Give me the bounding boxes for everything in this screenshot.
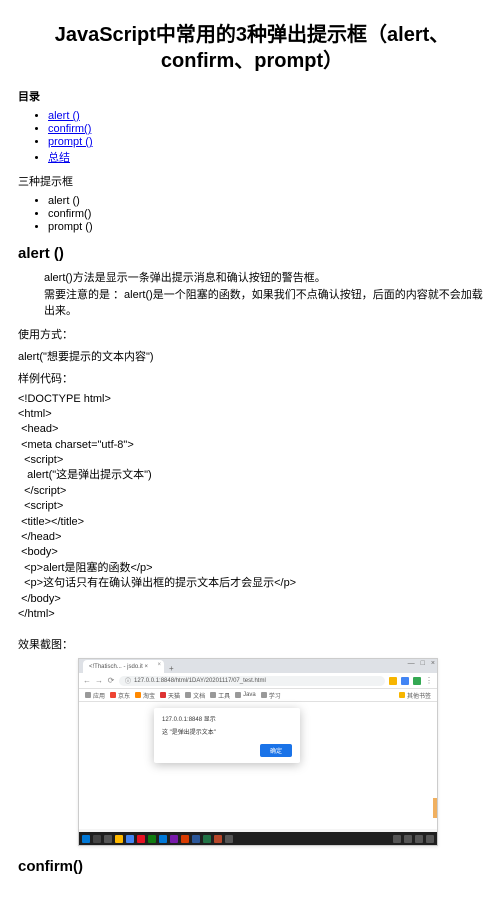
toc-link-alert[interactable]: alert () bbox=[48, 110, 80, 122]
bookmark-item[interactable]: Java bbox=[235, 692, 256, 698]
forward-icon[interactable]: → bbox=[95, 676, 103, 685]
page-title: JavaScript中常用的3种弹出提示框（alert、confirm、prom… bbox=[18, 22, 486, 74]
close-icon[interactable]: × bbox=[158, 662, 162, 668]
tray-icon[interactable] bbox=[426, 835, 434, 843]
bookmark-item[interactable]: 淘宝 bbox=[135, 691, 155, 700]
browser-viewport: 127.0.0.1:8848 显示 这 "是弹出提示文本" 确定 bbox=[79, 702, 437, 832]
start-icon[interactable] bbox=[82, 835, 90, 843]
bookmark-item[interactable]: 京东 bbox=[110, 691, 130, 700]
folder-icon bbox=[235, 692, 241, 698]
code-block: <!DOCTYPE html> <html> <head> <meta char… bbox=[18, 392, 486, 623]
folder-icon bbox=[135, 692, 141, 698]
bookmark-item[interactable]: 文档 bbox=[185, 691, 205, 700]
usage-label: 使用方式： bbox=[18, 326, 486, 342]
address-bar-row: ← → ⟳ ⓘ 127.0.0.1:8848/html/1DAY/2020111… bbox=[79, 673, 437, 689]
taskview-icon[interactable] bbox=[104, 835, 112, 843]
ok-button[interactable]: 确定 bbox=[260, 744, 292, 757]
sample-label: 样例代码： bbox=[18, 370, 486, 386]
explorer-icon[interactable] bbox=[115, 835, 123, 843]
search-icon[interactable] bbox=[93, 835, 101, 843]
app-icon[interactable] bbox=[192, 835, 200, 843]
extension-icon[interactable] bbox=[401, 677, 409, 685]
url-text: 127.0.0.1:8848/html/1DAY/20201117/07_tes… bbox=[134, 678, 266, 684]
app-icon[interactable] bbox=[225, 835, 233, 843]
alert-desc2: 需要注意的是 ：alert()是一个阻塞的函数，如果我们不点确认按钮，后面的内容… bbox=[44, 287, 486, 320]
screenshot-label: 效果截图： bbox=[18, 636, 486, 652]
tray-icon[interactable] bbox=[415, 835, 423, 843]
info-icon: ⓘ bbox=[125, 676, 131, 685]
extension-icon[interactable] bbox=[413, 677, 421, 685]
app-icon[interactable] bbox=[170, 835, 178, 843]
extension-icon[interactable] bbox=[389, 677, 397, 685]
bookmark-item[interactable]: 学习 bbox=[261, 691, 281, 700]
app-icon[interactable] bbox=[137, 835, 145, 843]
toc-link-prompt[interactable]: prompt () bbox=[48, 136, 93, 148]
tray-icon[interactable] bbox=[393, 835, 401, 843]
app-icon[interactable] bbox=[159, 835, 167, 843]
apps-icon bbox=[85, 692, 91, 698]
tray-icon[interactable] bbox=[404, 835, 412, 843]
new-tab-button[interactable]: + bbox=[164, 664, 179, 673]
toc-heading: 目录 bbox=[18, 88, 486, 104]
close-window-icon[interactable]: × bbox=[431, 660, 435, 667]
browser-screenshot: <!Thatisch... - jsdo.it × × + — □ × ← → … bbox=[78, 658, 438, 846]
threebox-heading: 三种提示框 bbox=[18, 173, 486, 189]
bookmarks-bar: 应用 京东 淘宝 天猫 文档 工具 Java 学习 其他书签 bbox=[79, 689, 437, 702]
menu-icon[interactable]: ⋮ bbox=[425, 676, 433, 685]
toc-list: alert () confirm() prompt () 总结 bbox=[18, 110, 486, 165]
dialog-message: 这 "是弹出提示文本" bbox=[162, 727, 292, 736]
app-icon[interactable] bbox=[181, 835, 189, 843]
folder-icon bbox=[110, 692, 116, 698]
chrome-icon[interactable] bbox=[126, 835, 134, 843]
bookmark-item[interactable]: 天猫 bbox=[160, 691, 180, 700]
app-icon[interactable] bbox=[214, 835, 222, 843]
address-bar[interactable]: ⓘ 127.0.0.1:8848/html/1DAY/20201117/07_t… bbox=[119, 676, 385, 686]
folder-icon bbox=[261, 692, 267, 698]
list-item: confirm() bbox=[48, 208, 486, 220]
alert-dialog: 127.0.0.1:8848 显示 这 "是弹出提示文本" 确定 bbox=[154, 708, 300, 763]
maximize-icon[interactable]: □ bbox=[421, 660, 425, 667]
list-item: alert () bbox=[48, 195, 486, 207]
tab-title: <!Thatisch... - jsdo.it × bbox=[89, 664, 148, 670]
windows-taskbar bbox=[79, 832, 437, 845]
bookmark-item[interactable]: 应用 bbox=[85, 691, 105, 700]
folder-icon bbox=[399, 692, 405, 698]
threebox-list: alert () confirm() prompt () bbox=[18, 195, 486, 233]
bookmark-item[interactable]: 工具 bbox=[210, 691, 230, 700]
alert-desc1: alert()方法是显示一条弹出提示消息和确认按钮的警告框。 bbox=[44, 270, 486, 287]
alert-heading: alert () bbox=[18, 245, 486, 262]
folder-icon bbox=[160, 692, 166, 698]
folder-icon bbox=[185, 692, 191, 698]
reload-icon[interactable]: ⟳ bbox=[107, 676, 115, 685]
bookmark-other[interactable]: 其他书签 bbox=[399, 691, 431, 700]
toc-link-confirm[interactable]: confirm() bbox=[48, 123, 91, 135]
usage-code: alert("想要提示的文本内容") bbox=[18, 348, 486, 364]
app-icon[interactable] bbox=[148, 835, 156, 843]
minimize-icon[interactable]: — bbox=[408, 660, 415, 667]
browser-tabbar: <!Thatisch... - jsdo.it × × + — □ × bbox=[79, 659, 437, 673]
vertical-scrollbar[interactable] bbox=[433, 798, 437, 818]
horizontal-scrollbar[interactable] bbox=[79, 829, 437, 832]
folder-icon bbox=[210, 692, 216, 698]
toc-link-summary[interactable]: 总结 bbox=[48, 152, 70, 164]
confirm-heading: confirm() bbox=[18, 858, 486, 875]
list-item: prompt () bbox=[48, 221, 486, 233]
app-icon[interactable] bbox=[203, 835, 211, 843]
dialog-origin: 127.0.0.1:8848 显示 bbox=[162, 714, 292, 723]
back-icon[interactable]: ← bbox=[83, 676, 91, 685]
browser-tab[interactable]: <!Thatisch... - jsdo.it × × bbox=[83, 660, 164, 673]
